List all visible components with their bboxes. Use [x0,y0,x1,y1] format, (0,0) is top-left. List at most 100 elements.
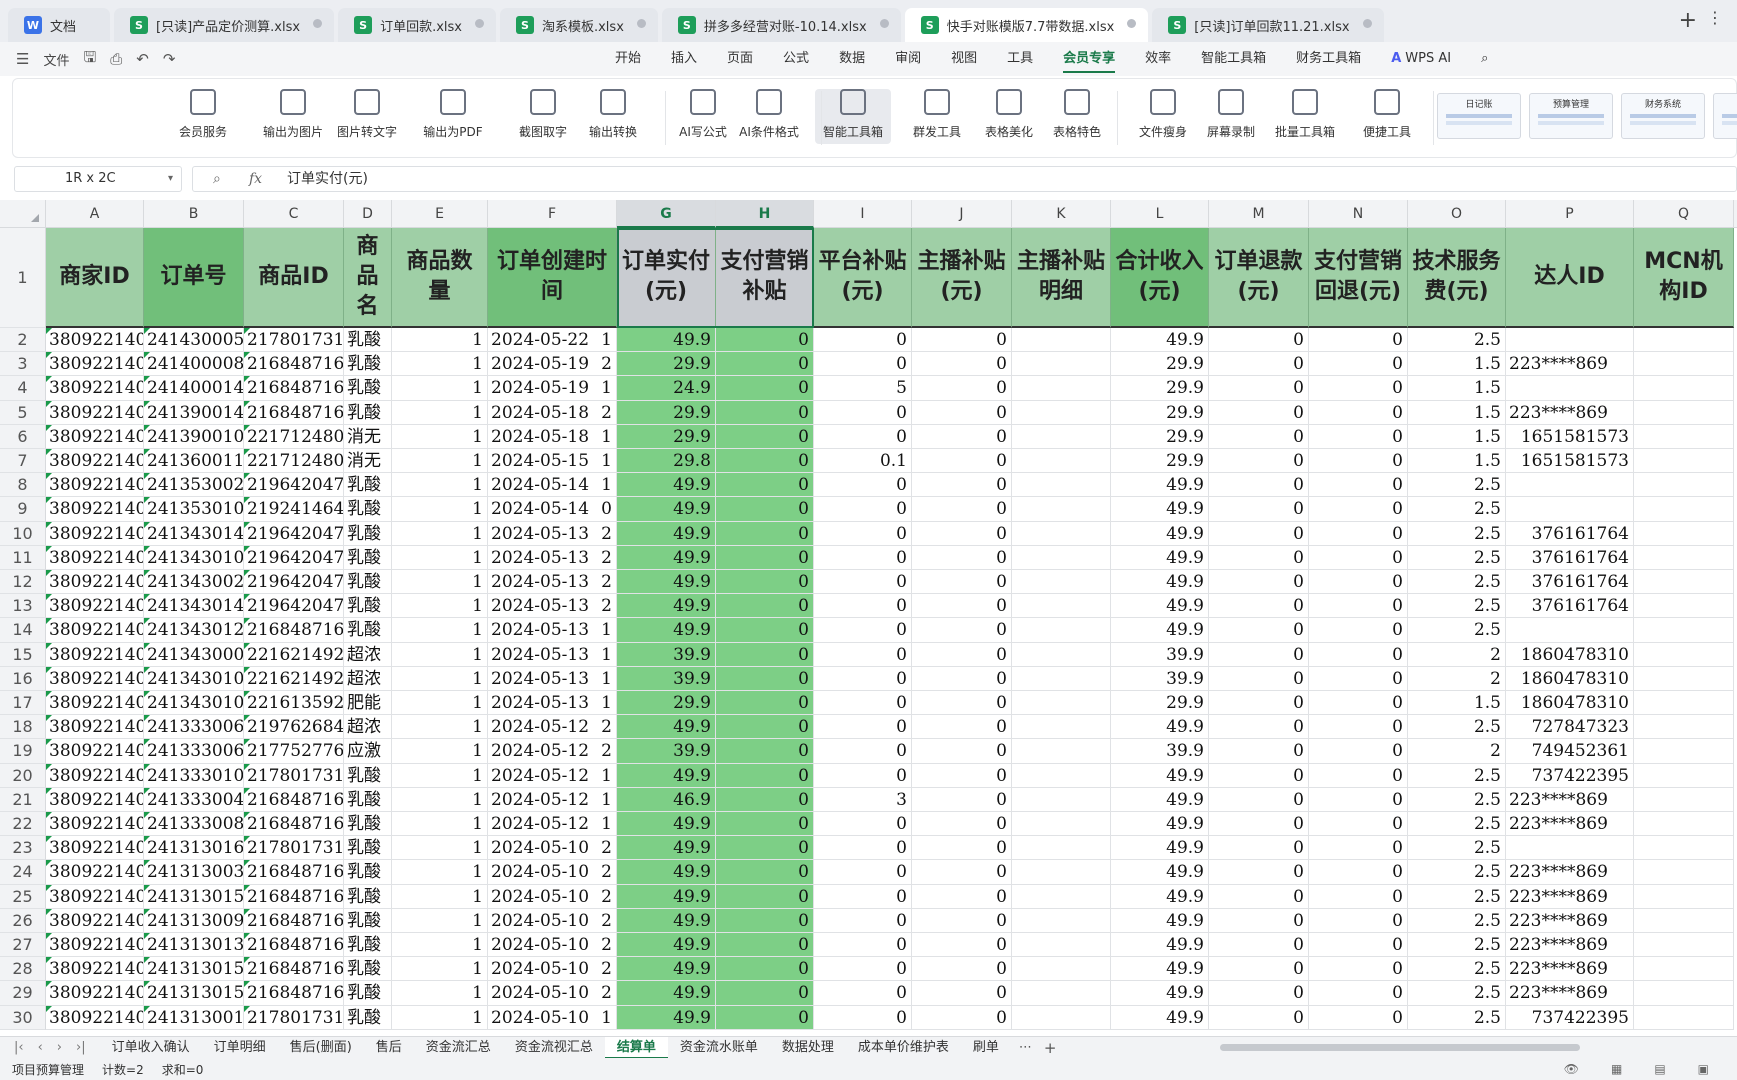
close-icon[interactable] [1127,19,1137,28]
table-cell[interactable]: 0 [814,763,912,788]
table-cell[interactable]: 2.5 [1408,618,1506,643]
sheet-tab[interactable]: 资金流视汇总 [503,1037,605,1059]
doc-tab[interactable]: S 拼多多经营对账-10.14.xlsx [661,8,901,42]
table-cell[interactable]: 0 [1209,352,1309,377]
first-sheet-icon[interactable]: |‹ [14,1040,24,1055]
table-cell[interactable]: 0 [912,691,1012,716]
table-cell[interactable]: 49.9 [1111,957,1209,982]
table-cell[interactable]: 39.9 [617,642,716,667]
table-cell[interactable]: 2024-05-10 2 [488,836,617,861]
table-cell[interactable]: 0 [912,739,1012,764]
table-cell[interactable]: 0 [912,400,1012,425]
last-sheet-icon[interactable]: ›| [76,1040,86,1055]
table-cell[interactable]: 2024-05-10 1 [488,1005,617,1030]
sheet-tab[interactable]: 刷单 [961,1037,1011,1059]
table-cell[interactable]: 2024-05-22 1 [488,328,617,353]
table-cell[interactable]: 380922140 [46,328,144,353]
table-cell[interactable]: 0 [912,642,1012,667]
table-cell[interactable]: 0 [716,376,814,401]
table-cell[interactable]: 1 [392,618,488,643]
table-cell[interactable]: 0 [716,424,814,449]
table-cell[interactable] [1012,449,1111,474]
table-cell[interactable]: 380922140 [46,812,144,837]
table-cell[interactable]: 乳酸 [344,618,392,643]
table-cell[interactable] [1634,666,1734,691]
table-cell[interactable]: 380922140 [46,376,144,401]
table-cell[interactable]: 1.5 [1408,400,1506,425]
undo-icon[interactable]: ↶ [136,50,149,68]
table-cell[interactable]: 0 [814,594,912,619]
table-cell[interactable]: 219642047 [244,594,344,619]
table-cell[interactable]: 216848716 [244,787,344,812]
table-cell[interactable]: 1 [392,400,488,425]
table-cell[interactable]: 0 [1209,763,1309,788]
table-cell[interactable]: 0 [1209,594,1309,619]
table-cell[interactable]: 1 [392,352,488,377]
template-card[interactable]: 财务系统 [1621,93,1705,139]
table-cell[interactable]: 1.5 [1408,352,1506,377]
row-header[interactable]: 27 [0,933,46,958]
table-cell[interactable]: 380922140 [46,884,144,909]
table-cell[interactable]: 46.9 [617,787,716,812]
table-cell[interactable]: 乳酸 [344,594,392,619]
table-cell[interactable] [1012,473,1111,498]
table-cell[interactable]: 0 [1309,352,1408,377]
table-cell[interactable]: 221621492 [244,666,344,691]
table-cell[interactable]: 0 [1309,812,1408,837]
table-cell[interactable]: 216848716 [244,352,344,377]
project-label[interactable]: 项目预算管理 [12,1061,84,1078]
table-cell[interactable]: 241390010 [144,424,244,449]
table-cell[interactable]: 2024-05-14 0 [488,497,617,522]
table-cell[interactable]: 29.8 [617,449,716,474]
table-cell[interactable] [1012,400,1111,425]
table-cell[interactable]: 29.9 [1111,376,1209,401]
row-header[interactable]: 17 [0,691,46,716]
sheet-tab[interactable]: 售后 [364,1037,414,1059]
table-cell[interactable]: 49.9 [617,884,716,909]
table-cell[interactable]: 2.5 [1408,860,1506,885]
table-cell[interactable]: 380922140 [46,618,144,643]
table-cell[interactable]: 49.9 [1111,860,1209,885]
table-cell[interactable]: 1 [392,497,488,522]
table-cell[interactable] [1634,1005,1734,1030]
table-cell[interactable]: 0 [1209,860,1309,885]
table-cell[interactable]: 0 [716,449,814,474]
table-cell[interactable]: 217752776 [244,739,344,764]
table-cell[interactable]: 49.9 [1111,908,1209,933]
table-cell[interactable]: 380922140 [46,1005,144,1030]
table-cell[interactable]: 39.9 [617,666,716,691]
template-card[interactable]: 日记账 [1437,93,1521,139]
column-header[interactable]: J [912,200,1012,228]
table-cell[interactable]: 1 [392,1005,488,1030]
ribbon-button[interactable]: 会员服务 [165,89,241,140]
table-cell[interactable]: 乳酸 [344,352,392,377]
table-cell[interactable]: 1 [392,666,488,691]
table-cell[interactable] [1634,449,1734,474]
table-cell[interactable]: 0 [1209,908,1309,933]
row-header[interactable]: 13 [0,594,46,619]
table-cell[interactable] [1634,763,1734,788]
table-cell[interactable]: 49.9 [617,521,716,546]
table-cell[interactable] [1634,860,1734,885]
table-cell[interactable]: 241430005 [144,328,244,353]
table-cell[interactable]: 0 [1209,1005,1309,1030]
table-cell[interactable]: 216848716 [244,933,344,958]
table-cell[interactable] [1012,933,1111,958]
table-cell[interactable]: 1 [392,376,488,401]
table-cell[interactable]: 0 [716,352,814,377]
table-cell[interactable]: 219642047 [244,473,344,498]
table-cell[interactable]: 0 [814,618,912,643]
table-cell[interactable]: 49.9 [617,908,716,933]
table-cell[interactable]: 2.5 [1408,957,1506,982]
table-cell[interactable]: 1.5 [1408,424,1506,449]
table-cell[interactable] [1012,691,1111,716]
table-cell[interactable]: 3 [814,787,912,812]
table-cell[interactable]: 1 [392,957,488,982]
table-cell[interactable]: 0 [1209,787,1309,812]
table-cell[interactable]: 49.9 [617,1005,716,1030]
table-cell[interactable]: 0 [716,739,814,764]
table-cell[interactable]: 1 [392,691,488,716]
table-cell[interactable]: 241313016 [144,836,244,861]
table-cell[interactable]: 1651581573 [1506,449,1634,474]
table-cell[interactable]: 0 [912,497,1012,522]
